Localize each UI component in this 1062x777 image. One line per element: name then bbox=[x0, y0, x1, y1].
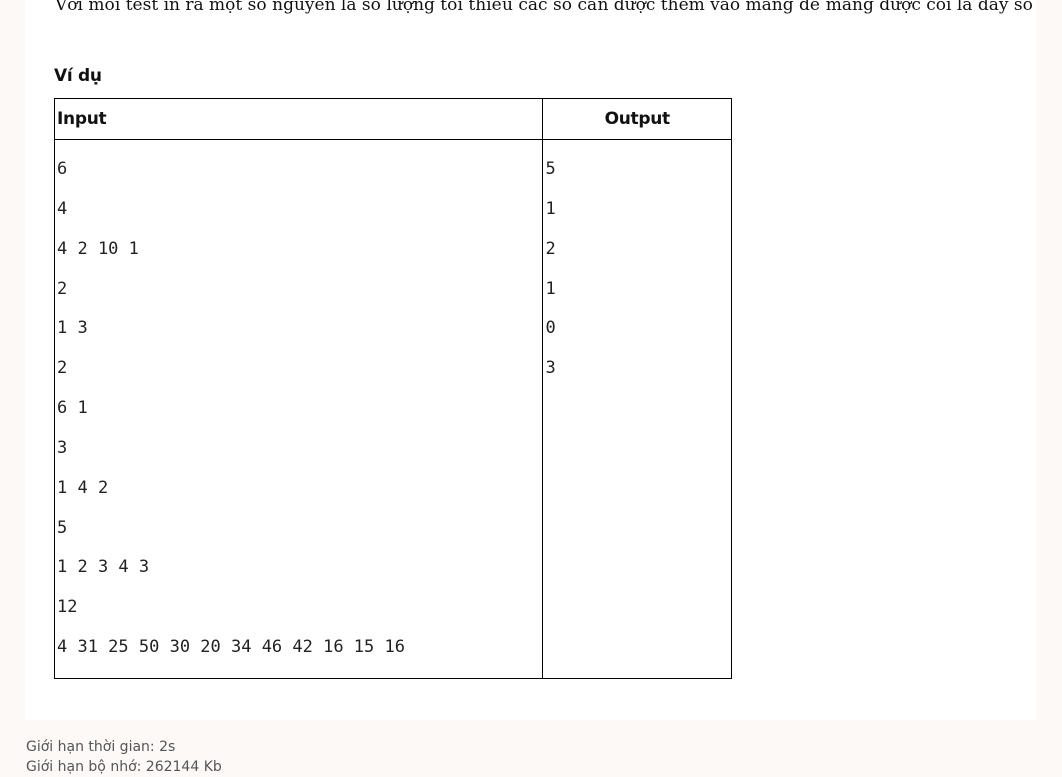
input-line: 1 2 3 4 3 bbox=[57, 557, 150, 578]
input-line: 5 bbox=[57, 517, 68, 538]
input-cell: 6 4 4 2 10 1 2 1 3 2 6 1 3 1 4 2 5 1 2 3… bbox=[53, 139, 544, 679]
input-line: 4 2 10 1 bbox=[57, 238, 139, 259]
input-column-header: Input bbox=[53, 98, 544, 140]
input-line: 4 31 25 50 30 20 34 46 42 16 15 16 bbox=[57, 637, 405, 658]
output-line: 5 bbox=[545, 159, 556, 179]
output-line: 2 bbox=[545, 238, 556, 259]
output-line: 1 bbox=[545, 198, 556, 219]
output-line: 0 bbox=[545, 318, 556, 339]
problem-card: Với mỗi test in ra một số nguyên là số l… bbox=[25, 0, 1036, 720]
example-heading: Ví dụ bbox=[54, 66, 102, 86]
memory-limit: Giới hạn bộ nhớ: 262144 Kb bbox=[26, 759, 222, 775]
example-table-header-row: Input Output bbox=[53, 98, 732, 140]
input-line: 6 bbox=[57, 159, 68, 179]
output-line: 1 bbox=[545, 278, 556, 299]
input-line: 3 bbox=[57, 437, 68, 458]
input-line: 6 1 bbox=[57, 398, 88, 419]
example-table: Input Output 6 4 4 2 10 1 2 1 3 2 6 1 3 … bbox=[53, 98, 732, 679]
input-line: 2 bbox=[57, 278, 68, 299]
output-description: Với mỗi test in ra một số nguyên là số l… bbox=[55, 0, 1035, 15]
input-line: 1 3 bbox=[57, 318, 88, 339]
time-limit: Giới hạn thời gian: 2s bbox=[26, 739, 176, 755]
example-table-row: 6 4 4 2 10 1 2 1 3 2 6 1 3 1 4 2 5 1 2 3… bbox=[53, 139, 732, 679]
limits-info: Giới hạn thời gian: 2s Giới hạn bộ nhớ: … bbox=[26, 737, 222, 777]
output-line: 3 bbox=[545, 358, 556, 379]
input-line: 2 bbox=[57, 358, 68, 379]
sample-output: 5 1 2 1 0 3 bbox=[543, 140, 731, 399]
input-line: 12 bbox=[57, 597, 78, 618]
input-line: 4 bbox=[57, 198, 68, 219]
input-line: 1 4 2 bbox=[57, 477, 109, 498]
output-column-header: Output bbox=[542, 98, 732, 140]
sample-input: 6 4 4 2 10 1 2 1 3 2 6 1 3 1 4 2 5 1 2 3… bbox=[55, 140, 542, 678]
output-cell: 5 1 2 1 0 3 bbox=[542, 139, 732, 679]
